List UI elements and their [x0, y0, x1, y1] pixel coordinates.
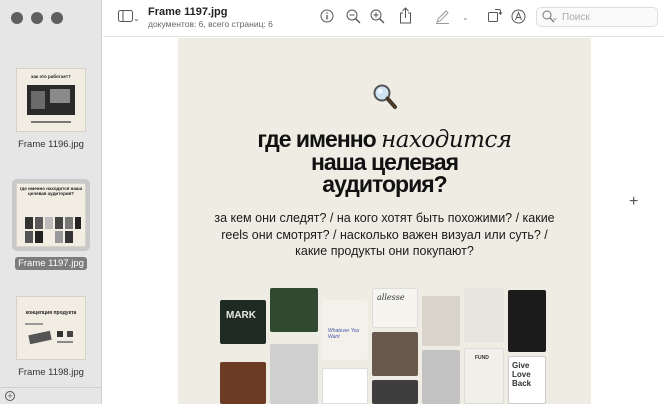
- sidebar-item-frame-1196[interactable]: как это работает? Frame 1196.jpg: [0, 68, 102, 152]
- sidebar-item-label: Frame 1197.jpg: [15, 257, 87, 270]
- window-controls: [11, 12, 63, 24]
- toolbar: ⌄ Frame 1197.jpg документов: 6, всего ст…: [103, 0, 664, 37]
- zoom-out-icon[interactable]: [346, 9, 361, 28]
- page-image: где именно находится наша целевая аудито…: [178, 38, 591, 404]
- collage-text-whatever: Whatever You Want: [328, 328, 360, 340]
- chevron-down-icon[interactable]: ⌄: [462, 10, 469, 26]
- collage-tile: [372, 380, 418, 404]
- page-headline: где именно находится наша целевая аудито…: [178, 128, 591, 197]
- thumbnail-title: концепция продукта: [25, 310, 77, 316]
- collage-tile: [464, 288, 504, 342]
- sidebar-toggle-icon[interactable]: [116, 10, 134, 26]
- pinterest-collage: MARK Whatever You Want allesse FUND Give…: [220, 288, 550, 404]
- collage-tile: Whatever You Want: [322, 300, 368, 360]
- document-title: Frame 1197.jpg: [148, 6, 228, 18]
- sidebar-item-label: Frame 1198.jpg: [18, 367, 84, 378]
- thumbnail: концепция продукта: [16, 296, 86, 360]
- collage-text-fund: FUND: [475, 355, 489, 361]
- collage-tile: [422, 350, 460, 404]
- collage-tile: [220, 362, 266, 404]
- search-field[interactable]: ⌄ Поиск: [536, 7, 658, 27]
- collage-tile: FUND: [464, 348, 504, 404]
- document-view[interactable]: где именно находится наша целевая аудито…: [103, 38, 664, 404]
- collage-tile: [322, 368, 368, 404]
- collage-tile: [270, 288, 318, 332]
- magnifier-emoji-icon: [373, 84, 397, 109]
- info-icon[interactable]: [320, 9, 334, 27]
- annotate-icon[interactable]: [511, 9, 526, 28]
- collage-tile: Give Love Back: [508, 356, 546, 404]
- collage-text-allesse: allesse: [377, 293, 405, 302]
- close-window-button[interactable]: [11, 12, 23, 24]
- document-subtitle: документов: 6, всего страниц: 6: [148, 19, 273, 29]
- add-page-icon[interactable]: +: [5, 391, 15, 401]
- collage-tile: [372, 332, 418, 376]
- markup-pen-icon[interactable]: [435, 9, 450, 28]
- sidebar-item-label: Frame 1196.jpg: [18, 139, 84, 150]
- thumbnail-title: как это работает?: [31, 74, 71, 79]
- zoom-in-icon[interactable]: [370, 9, 385, 28]
- collage-text-give-love-back: Give Love Back: [512, 361, 532, 388]
- minimize-window-button[interactable]: [31, 12, 43, 24]
- search-input[interactable]: Поиск: [562, 12, 590, 23]
- rotate-icon[interactable]: [487, 8, 503, 27]
- headline-line3: аудитория?: [322, 171, 447, 197]
- zoom-window-button[interactable]: [51, 12, 63, 24]
- sidebar-item-frame-1198[interactable]: концепция продукта Frame 1198.jpg: [0, 296, 102, 380]
- collage-tile: [422, 296, 460, 346]
- collage-tile: MARK: [220, 300, 266, 344]
- thumbnail-title: где именно находится наша целевая аудито…: [19, 186, 83, 196]
- chevron-down-icon[interactable]: ⌄: [133, 11, 140, 27]
- page-body-text: за кем они следят? / на кого хотят быть …: [214, 211, 555, 258]
- collage-tile: [270, 344, 318, 404]
- collage-tile: [508, 290, 546, 352]
- sidebar-item-frame-1197[interactable]: где именно находится наша целевая аудито…: [0, 179, 102, 271]
- sidebar: как это работает? Frame 1196.jpg где име…: [0, 0, 102, 404]
- collage-text-mark: MARK: [226, 310, 256, 321]
- thumbnail: как это работает?: [16, 68, 86, 132]
- chevron-down-icon[interactable]: ⌄: [552, 11, 558, 27]
- thumbnail: где именно находится наша целевая аудито…: [16, 183, 86, 247]
- crosshair-cursor-icon: +: [629, 193, 639, 210]
- collage-tile: allesse: [372, 288, 418, 328]
- sidebar-footer: +: [0, 387, 102, 404]
- share-icon[interactable]: [399, 7, 412, 28]
